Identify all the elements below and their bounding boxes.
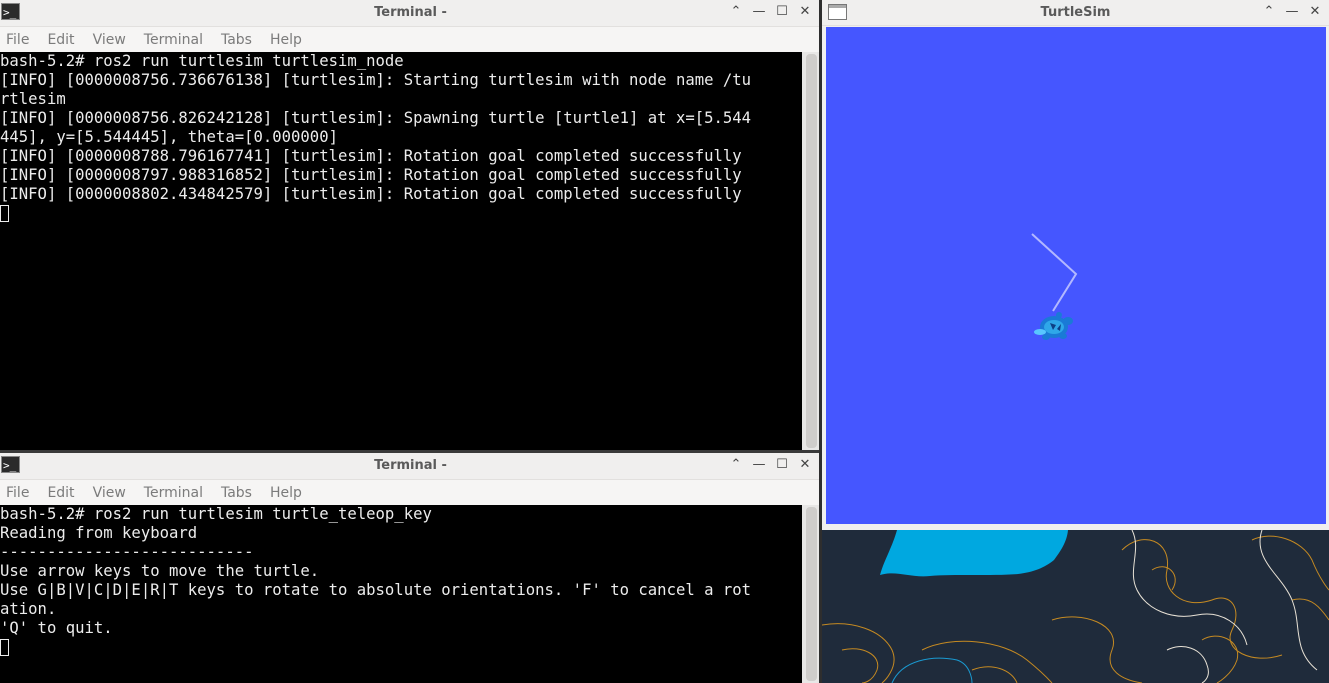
terminal-window-bottom[interactable]: >_ Terminal - ⌃ — ☐ ✕ File Edit View Ter…: [0, 453, 821, 683]
window-title: Terminal -: [374, 458, 447, 473]
terminal-line: Use arrow keys to move the turtle.: [0, 562, 320, 580]
terminal-output[interactable]: bash-5.2# ros2 run turtlesim turtlesim_n…: [0, 52, 802, 450]
terminal-line: [INFO] [0000008756.826242128] [turtlesim…: [0, 109, 752, 127]
turtlesim-canvas[interactable]: [826, 27, 1326, 524]
menubar: File Edit View Terminal Tabs Help: [0, 480, 821, 506]
terminal-line: bash-5.2# ros2 run turtlesim turtlesim_n…: [0, 52, 404, 70]
turtlesim-window[interactable]: TurtleSim ⌃ — ✕: [822, 0, 1329, 530]
close-icon[interactable]: ✕: [797, 4, 813, 19]
terminal-line: [INFO] [0000008788.796167741] [turtlesim…: [0, 147, 742, 165]
menu-help[interactable]: Help: [270, 32, 302, 48]
menu-help[interactable]: Help: [270, 485, 302, 501]
menu-edit[interactable]: Edit: [47, 32, 74, 48]
menubar: File Edit View Terminal Tabs Help: [0, 27, 821, 53]
minimize-icon[interactable]: —: [751, 457, 767, 472]
terminal-line: ---------------------------: [0, 543, 254, 561]
terminal-line: [INFO] [0000008797.988316852] [turtlesim…: [0, 166, 742, 184]
text-cursor: [0, 639, 9, 656]
titlebar[interactable]: >_ Terminal - ⌃ — ☐ ✕: [0, 453, 821, 480]
minimize-icon[interactable]: —: [1284, 4, 1300, 19]
menu-tabs[interactable]: Tabs: [221, 485, 252, 501]
terminal-line: [INFO] [0000008802.434842579] [turtlesim…: [0, 185, 742, 203]
menu-terminal[interactable]: Terminal: [144, 485, 203, 501]
terminal-line: Use G|B|V|C|D|E|R|T keys to rotate to ab…: [0, 581, 752, 599]
close-icon[interactable]: ✕: [1307, 4, 1323, 19]
terminal-line: Reading from keyboard: [0, 524, 198, 542]
menu-tabs[interactable]: Tabs: [221, 32, 252, 48]
scrollbar-thumb[interactable]: [806, 507, 817, 681]
menu-edit[interactable]: Edit: [47, 485, 74, 501]
terminal-line: 'Q' to quit.: [0, 619, 113, 637]
terminal-output[interactable]: bash-5.2# ros2 run turtlesim turtle_tele…: [0, 505, 802, 683]
menu-file[interactable]: File: [6, 32, 29, 48]
terminal-line: 445], y=[5.544445], theta=[0.000000]: [0, 128, 338, 146]
window-title: TurtleSim: [1040, 5, 1111, 20]
turtle-scene: [1031, 233, 1078, 340]
titlebar[interactable]: TurtleSim ⌃ — ✕: [822, 0, 1329, 26]
shade-icon[interactable]: ⌃: [1261, 4, 1277, 19]
shade-icon[interactable]: ⌃: [728, 4, 744, 19]
menu-view[interactable]: View: [93, 485, 126, 501]
text-cursor: [0, 205, 9, 222]
wallpaper-art: [822, 530, 1329, 683]
scrollbar-thumb[interactable]: [806, 54, 817, 448]
terminal-line: ation.: [0, 600, 57, 618]
minimize-icon[interactable]: —: [751, 4, 767, 19]
terminal-line: rtlesim: [0, 90, 66, 108]
close-icon[interactable]: ✕: [797, 457, 813, 472]
titlebar[interactable]: >_ Terminal - ⌃ — ☐ ✕: [0, 0, 821, 27]
window-title: Terminal -: [374, 5, 447, 20]
terminal-line: [INFO] [0000008756.736676138] [turtlesim…: [0, 71, 752, 89]
menu-view[interactable]: View: [93, 32, 126, 48]
maximize-icon[interactable]: ☐: [774, 4, 790, 19]
terminal-line: bash-5.2# ros2 run turtlesim turtle_tele…: [0, 505, 432, 523]
shade-icon[interactable]: ⌃: [728, 457, 744, 472]
menu-terminal[interactable]: Terminal: [144, 32, 203, 48]
turtle-icon: [1034, 312, 1073, 340]
menu-file[interactable]: File: [6, 485, 29, 501]
maximize-icon[interactable]: ☐: [774, 457, 790, 472]
desktop-wallpaper: [822, 530, 1329, 683]
terminal-window-top[interactable]: >_ Terminal - ⌃ — ☐ ✕ File Edit View Ter…: [0, 0, 821, 450]
turtle-path: [1031, 233, 1078, 312]
